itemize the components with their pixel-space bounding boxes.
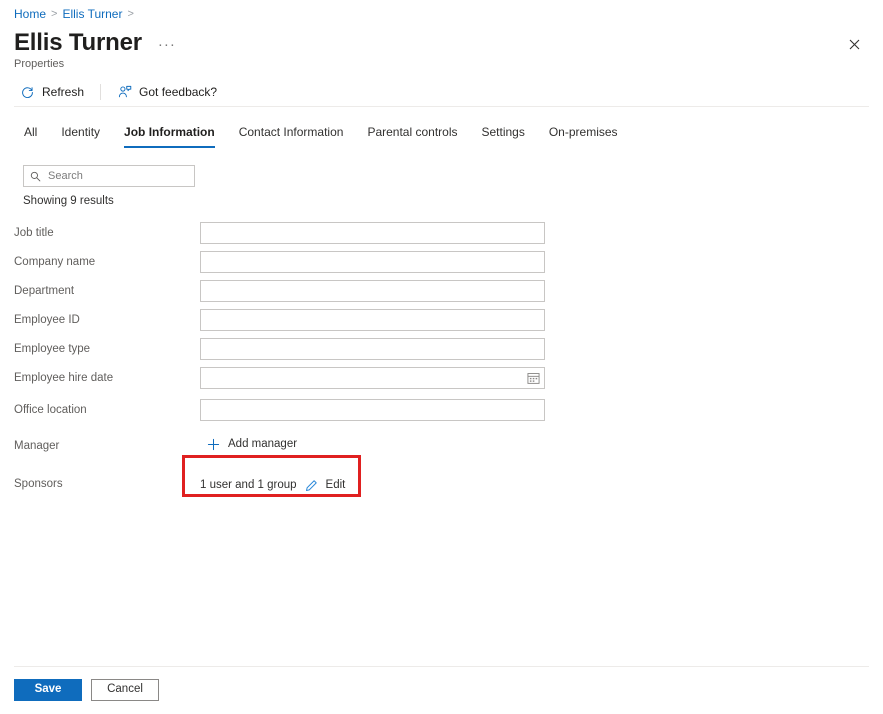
field-label-employee-type: Employee type	[14, 343, 91, 355]
field-control-sponsors: 1 user and 1 group Edit	[200, 475, 345, 493]
sponsors-summary-text: 1 user and 1 group	[200, 479, 297, 491]
job-title-input[interactable]	[200, 222, 545, 244]
calendar-icon[interactable]	[527, 372, 540, 385]
field-row-department: Department	[0, 277, 883, 305]
field-label-job-title: Job title	[14, 227, 54, 239]
tab-settings[interactable]: Settings	[469, 120, 536, 149]
add-manager-label: Add manager	[228, 438, 298, 451]
search-box[interactable]	[23, 165, 195, 187]
tab-on-premises[interactable]: On-premises	[537, 120, 630, 149]
search-input[interactable]	[48, 170, 188, 182]
field-control-employee-hire-date	[200, 367, 545, 389]
field-row-office-location: Office location	[0, 396, 883, 424]
pencil-icon[interactable]	[305, 479, 318, 492]
cancel-button[interactable]: Cancel	[91, 679, 159, 701]
tab-bar: All Identity Job Information Contact Inf…	[12, 120, 630, 149]
header-divider	[14, 106, 869, 107]
employee-hire-date-input[interactable]	[200, 367, 545, 389]
employee-type-input[interactable]	[200, 338, 545, 360]
office-location-input[interactable]	[200, 399, 545, 421]
breadcrumb: Home > Ellis Turner >	[14, 6, 134, 22]
page-title-row: Ellis Turner ···	[14, 29, 178, 57]
field-control-company-name	[200, 251, 545, 273]
field-label-company-name: Company name	[14, 256, 96, 268]
breadcrumb-separator-icon-2: >	[127, 8, 134, 20]
search-icon	[30, 171, 41, 182]
refresh-icon	[20, 85, 35, 100]
field-row-employee-id: Employee ID	[0, 306, 883, 334]
got-feedback-label: Got feedback?	[139, 85, 218, 99]
field-row-job-title: Job title	[0, 219, 883, 247]
field-label-sponsors: Sponsors	[14, 478, 63, 490]
refresh-button[interactable]: Refresh	[14, 82, 90, 103]
employee-id-input[interactable]	[200, 309, 545, 331]
field-label-manager: Manager	[14, 440, 60, 452]
field-control-department	[200, 280, 545, 302]
company-name-input[interactable]	[200, 251, 545, 273]
field-row-employee-type: Employee type	[0, 335, 883, 363]
tab-parental-controls[interactable]: Parental controls	[355, 120, 469, 149]
tab-contact-information[interactable]: Contact Information	[227, 120, 356, 149]
save-button[interactable]: Save	[14, 679, 82, 701]
feedback-person-icon	[117, 85, 132, 100]
breadcrumb-item-home[interactable]: Home	[14, 6, 46, 22]
department-input[interactable]	[200, 280, 545, 302]
field-row-sponsors: Sponsors 1 user and 1 group Edit	[0, 470, 883, 498]
page-subtitle: Properties	[14, 58, 65, 70]
command-bar-divider	[100, 84, 102, 100]
field-label-department: Department	[14, 285, 75, 297]
field-label-office-location: Office location	[14, 404, 87, 416]
field-control-manager: Add manager	[207, 436, 297, 456]
field-control-job-title	[200, 222, 545, 244]
add-manager-button[interactable]: Add manager	[207, 436, 297, 452]
refresh-label: Refresh	[42, 85, 85, 99]
plus-icon	[207, 438, 220, 451]
sponsors-value: 1 user and 1 group Edit	[200, 477, 345, 493]
got-feedback-button[interactable]: Got feedback?	[111, 82, 223, 103]
more-actions-icon[interactable]: ···	[156, 36, 178, 54]
field-control-employee-type	[200, 338, 545, 360]
breadcrumb-item-ellis-turner[interactable]: Ellis Turner	[62, 6, 122, 22]
field-row-employee-hire-date: Employee hire date	[0, 364, 883, 392]
page-title: Ellis Turner	[14, 29, 142, 56]
tab-identity[interactable]: Identity	[49, 120, 112, 149]
results-count: Showing 9 results	[23, 195, 114, 207]
breadcrumb-separator-icon: >	[51, 8, 58, 20]
field-row-manager: Manager Add manager	[0, 432, 883, 460]
footer-divider	[14, 666, 869, 667]
field-row-company-name: Company name	[0, 248, 883, 276]
close-icon[interactable]	[842, 32, 866, 56]
tab-all[interactable]: All	[12, 120, 49, 149]
sponsors-edit-button[interactable]: Edit	[326, 477, 346, 493]
job-information-form: Job title Company name Department Employ…	[0, 219, 883, 499]
command-bar: Refresh Got feedback?	[14, 79, 223, 105]
footer-actions: Save Cancel	[14, 679, 159, 701]
field-label-employee-hire-date: Employee hire date	[14, 372, 114, 384]
tab-job-information[interactable]: Job Information	[112, 120, 227, 149]
field-control-office-location	[200, 399, 545, 421]
field-label-employee-id: Employee ID	[14, 314, 80, 326]
field-control-employee-id	[200, 309, 545, 331]
